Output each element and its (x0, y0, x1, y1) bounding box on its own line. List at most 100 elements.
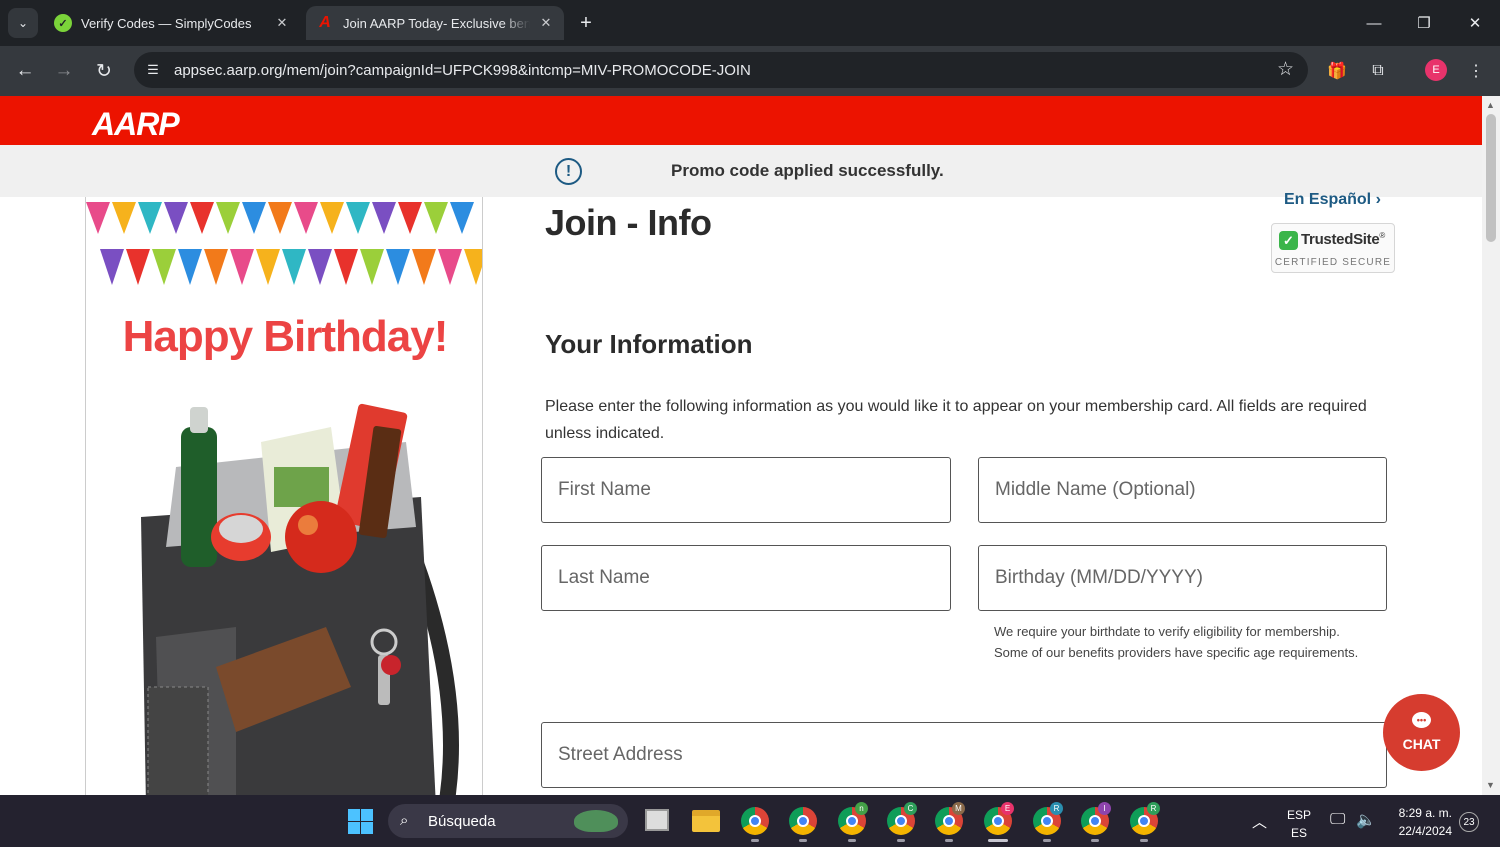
tab-search-dropdown-icon[interactable]: ⌄ (8, 8, 38, 38)
windows-start-icon[interactable] (348, 809, 373, 834)
cooler-bag-illustration (141, 403, 459, 795)
chrome-app-icon[interactable]: E (984, 802, 1014, 835)
section-instructions: Please enter the following information a… (545, 398, 1367, 442)
language-indicator[interactable]: ESP ES (1287, 806, 1311, 842)
volume-icon[interactable]: 🔈 (1356, 810, 1376, 830)
bunting-flag (450, 202, 474, 234)
notification-count[interactable]: 23 (1459, 812, 1479, 832)
scroll-down-icon[interactable]: ▼ (1486, 780, 1495, 790)
trusted-site-subtitle: CERTIFIED SECURE (1274, 257, 1392, 268)
site-settings-icon[interactable]: ☰ (144, 61, 162, 79)
forward-icon[interactable]: → (50, 57, 78, 85)
running-indicator (988, 839, 1008, 842)
chrome-center-icon (749, 815, 761, 827)
extensions-puzzle-icon[interactable]: ⧉ (1366, 59, 1390, 83)
promo-banner: ! Promo code applied successfully. (0, 145, 1482, 197)
running-indicator (1140, 839, 1148, 842)
clock[interactable]: 8:29 a. m. 22/4/2024 (1390, 804, 1452, 840)
minimize-icon[interactable]: — (1359, 10, 1389, 36)
middle-name-label: Middle Name (Optional) (995, 479, 1196, 500)
restore-icon[interactable]: ❐ (1409, 10, 1439, 36)
info-circle-icon: ! (555, 158, 582, 185)
bunting-flags (86, 202, 482, 285)
task-view-icon[interactable] (645, 809, 669, 831)
chrome-app-icon[interactable]: C (887, 802, 917, 835)
search-icon: ⌕ (400, 812, 409, 829)
running-indicator (1091, 839, 1099, 842)
taskbar-search[interactable]: ⌕ Búsqueda (388, 804, 628, 838)
windows-taskbar: ⌕ Búsqueda n C M E R I R ︿ ESP ES 🖵 🔈 8:29 a. … (0, 795, 1500, 847)
network-icon[interactable]: 🖵 (1330, 811, 1345, 829)
chrome-app-icon[interactable] (789, 807, 817, 835)
bunting-flag (308, 249, 332, 285)
bunting-flag (138, 202, 162, 234)
bunting-flag (438, 249, 462, 285)
last-name-field[interactable]: Last Name (541, 545, 951, 611)
section-title: Your Information (545, 329, 753, 359)
bunting-flag (294, 202, 318, 234)
turtle-widget-icon (574, 810, 618, 832)
tab-verify-codes[interactable]: ✓ Verify Codes — SimplyCodes ✕ (44, 6, 300, 40)
chat-button[interactable]: ••• CHAT (1383, 694, 1460, 771)
chrome-app-icon[interactable]: I (1081, 802, 1111, 835)
chrome-center-icon (992, 815, 1004, 827)
bookmark-star-icon[interactable]: ☆ (1277, 58, 1294, 81)
chrome-app-icon[interactable]: R (1130, 802, 1160, 835)
page-scrollbar[interactable]: ▲ ▼ (1482, 96, 1500, 795)
extension-gift-icon[interactable]: 🎁 (1325, 59, 1349, 83)
bunting-flag (386, 249, 410, 285)
running-indicator (1043, 839, 1051, 842)
bunting-flag (152, 249, 176, 285)
street-address-field[interactable]: Street Address (541, 722, 1387, 788)
spanish-language-link[interactable]: En Español › (1284, 191, 1381, 209)
chrome-app-icon[interactable]: R (1033, 802, 1063, 835)
first-name-field[interactable]: First Name (541, 457, 951, 523)
chrome-center-icon (797, 815, 809, 827)
aarp-logo[interactable]: AARP (92, 106, 180, 143)
tray-overflow-icon[interactable]: ︿ (1252, 811, 1267, 832)
scroll-up-icon[interactable]: ▲ (1486, 100, 1495, 110)
chrome-center-icon (1089, 815, 1101, 827)
tab-close-icon[interactable]: ✕ (538, 15, 554, 31)
chrome-center-icon (1041, 815, 1053, 827)
street-address-label: Street Address (558, 744, 683, 765)
tab-close-icon[interactable]: ✕ (274, 15, 290, 31)
birthday-label: Birthday (MM/DD/YYYY) (995, 567, 1203, 588)
language-bottom: ES (1291, 826, 1308, 840)
bunting-flag (100, 249, 124, 285)
chrome-app-icon[interactable] (741, 807, 769, 835)
chrome-app-icon[interactable]: M (935, 802, 965, 835)
back-icon[interactable]: ← (11, 57, 39, 85)
birthday-field[interactable]: Birthday (MM/DD/YYYY) (978, 545, 1387, 611)
scroll-thumb[interactable] (1486, 114, 1496, 242)
chat-bubble-icon: ••• (1412, 712, 1431, 728)
chrome-center-icon (895, 815, 907, 827)
bunting-flag (320, 202, 344, 234)
bunting-flag (242, 202, 266, 234)
bunting-flag (190, 202, 214, 234)
search-placeholder: Búsqueda (428, 813, 496, 830)
clock-date: 22/4/2024 (1398, 824, 1452, 838)
bunting-flag (112, 202, 136, 234)
new-tab-icon[interactable]: + (574, 11, 598, 35)
profile-badge: C (904, 802, 917, 815)
tab-join-aarp[interactable]: A Join AARP Today- Exclusive benefits ✕ (306, 6, 564, 40)
running-indicator (848, 839, 856, 842)
profile-avatar[interactable]: E (1425, 59, 1447, 81)
window-close-icon[interactable]: ✕ (1460, 10, 1490, 36)
last-name-label: Last Name (558, 567, 650, 588)
check-icon: ✓ (1279, 231, 1298, 250)
reload-icon[interactable]: ↻ (90, 57, 118, 85)
file-explorer-icon[interactable] (692, 810, 720, 832)
chrome-app-icon[interactable]: n (838, 802, 868, 835)
middle-name-field[interactable]: Middle Name (Optional) (978, 457, 1387, 523)
bunting-flag (334, 249, 358, 285)
bunting-flag (230, 249, 254, 285)
url-text[interactable]: appsec.aarp.org/mem/join?campaignId=UFPC… (174, 62, 751, 79)
address-bar[interactable]: ☰ appsec.aarp.org/mem/join?campaignId=UF… (134, 52, 1308, 88)
clock-time: 8:29 a. m. (1398, 806, 1452, 820)
trusted-site-badge[interactable]: ✓ TrustedSite® CERTIFIED SECURE (1271, 223, 1395, 273)
profile-badge: R (1147, 802, 1160, 815)
browser-menu-icon[interactable]: ⋮ (1464, 59, 1488, 83)
bunting-flag (164, 202, 188, 234)
